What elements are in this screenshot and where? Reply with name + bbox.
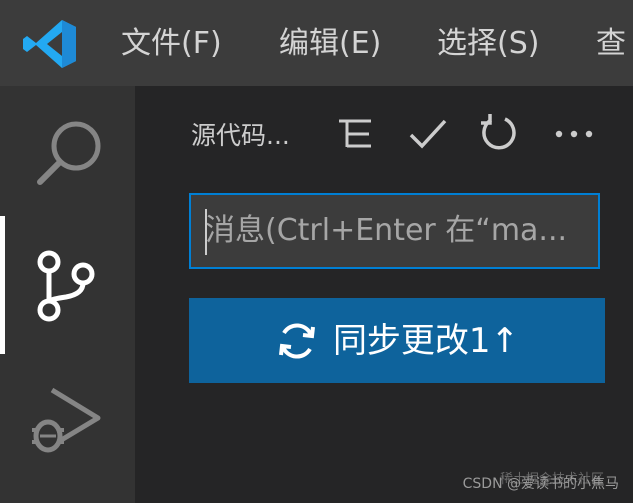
run-debug-icon[interactable]	[28, 386, 104, 456]
more-actions-icon[interactable]	[554, 128, 594, 140]
panel-title: 源代码...	[191, 121, 290, 150]
refresh-icon[interactable]	[479, 113, 519, 153]
sync-changes-button[interactable]: 同步更改1↑	[189, 298, 605, 383]
sync-icon	[278, 322, 315, 359]
menu-file[interactable]: 文件(F)	[121, 22, 222, 66]
title-bar: 文件(F) 编辑(E) 选择(S) 查	[0, 0, 633, 86]
vscode-logo-icon	[23, 20, 76, 68]
commit-message-input[interactable]: 消息(Ctrl+Enter 在“ma...	[189, 193, 600, 269]
watermark: CSDN @爱读书的小焦马	[462, 476, 619, 492]
active-view-indicator	[0, 216, 5, 354]
menu-view[interactable]: 查	[596, 22, 626, 66]
search-icon[interactable]	[34, 116, 106, 188]
menu-selection[interactable]: 选择(S)	[437, 22, 539, 66]
text-caret	[205, 209, 207, 255]
source-control-icon[interactable]	[32, 248, 98, 324]
commit-message-placeholder: 消息(Ctrl+Enter 在“ma...	[205, 213, 568, 248]
sync-button-label: 同步更改1↑	[332, 320, 520, 361]
menu-edit[interactable]: 编辑(E)	[279, 22, 381, 66]
commit-check-icon[interactable]	[408, 116, 448, 152]
view-as-tree-icon[interactable]	[337, 116, 373, 152]
